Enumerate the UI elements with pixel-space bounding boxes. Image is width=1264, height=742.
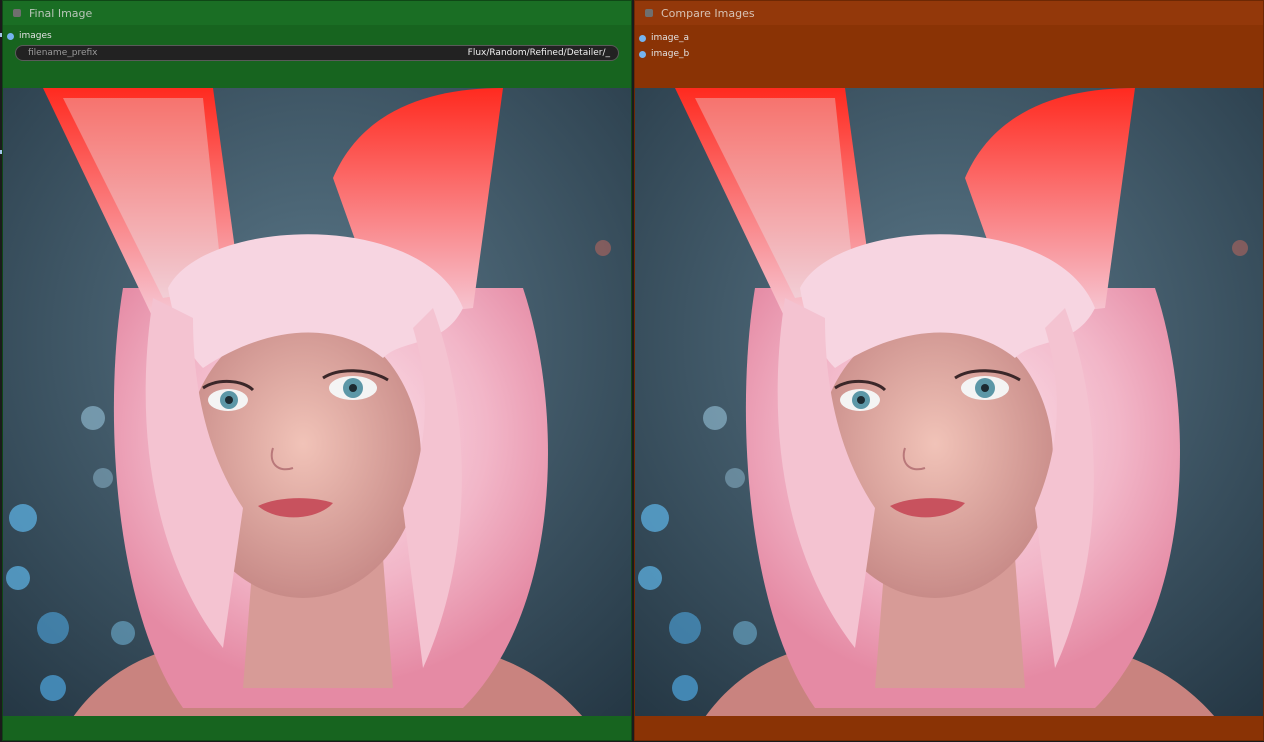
slot-connector-icon[interactable] [639,34,646,42]
node-footer [3,716,631,740]
node-title: Compare Images [661,6,755,20]
portrait-image [3,88,631,717]
input-slot-images[interactable]: images [7,29,52,43]
final-image-titlebar[interactable]: Final Image [3,1,631,25]
widget-label: filename_prefix [28,48,98,58]
slot-connector-icon[interactable] [7,32,14,40]
compare-images-titlebar[interactable]: Compare Images [635,1,1263,25]
node-title: Final Image [29,6,93,20]
widget-value[interactable]: Flux/Random/Refined/Detailer/_ [468,48,610,58]
input-slot-image-a[interactable]: image_a [639,31,689,45]
final-image-node[interactable]: Final Image images filename_prefix Flux/… [2,0,632,741]
slot-connector-icon[interactable] [639,50,646,58]
collapse-toggle-icon[interactable] [645,9,653,17]
link-edge-marker [0,150,2,154]
image-compare-preview[interactable] [635,88,1263,717]
slot-label: image_b [651,49,690,59]
link-edge-marker [0,33,2,37]
node-footer [635,716,1263,740]
slot-label: images [19,31,52,41]
collapse-toggle-icon[interactable] [13,9,21,17]
compare-images-node[interactable]: Compare Images image_a image_b [634,0,1264,741]
portrait-image [635,88,1263,717]
slot-label: image_a [651,33,690,43]
image-preview [3,88,631,717]
filename-prefix-field[interactable]: filename_prefix Flux/Random/Refined/Deta… [15,45,619,61]
input-slot-image-b[interactable]: image_b [639,47,689,61]
